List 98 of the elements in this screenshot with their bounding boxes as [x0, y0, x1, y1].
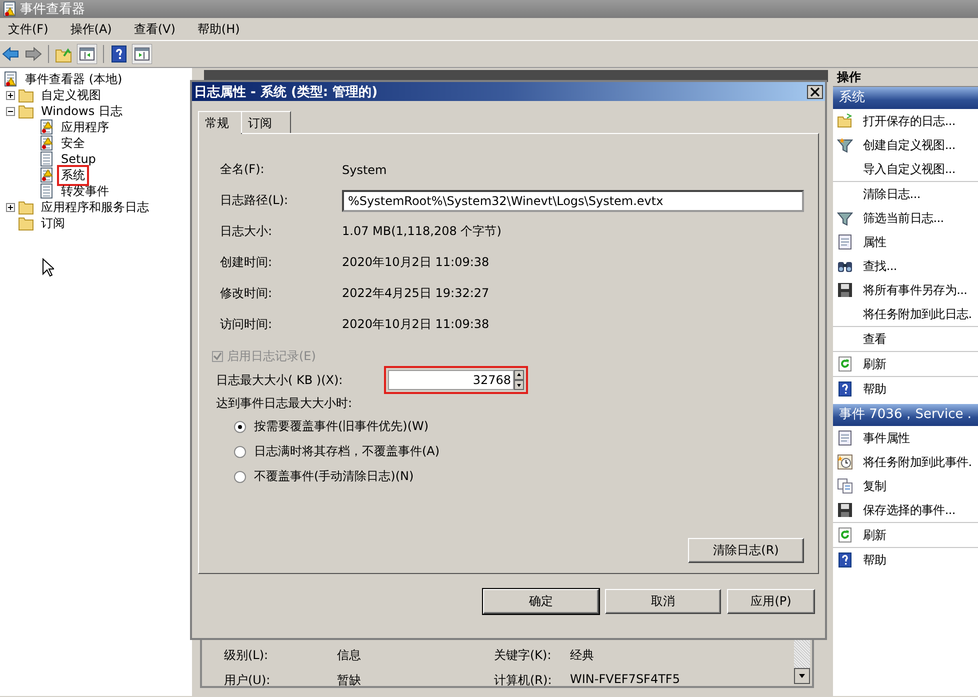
- action-item[interactable]: 事件属性: [863, 430, 910, 446]
- action-item[interactable]: 刷新: [863, 356, 886, 372]
- refresh-icon: [837, 527, 853, 543]
- help-icon: [837, 552, 853, 568]
- log-icon: [40, 135, 54, 151]
- close-icon[interactable]: [807, 84, 823, 98]
- field-label: 全名(F):: [220, 161, 266, 178]
- log-icon: [40, 119, 54, 135]
- spin-box[interactable]: 32768: [384, 366, 528, 394]
- action-item[interactable]: 复制: [863, 478, 886, 494]
- dialog-button[interactable]: 取消: [605, 589, 721, 614]
- check-icon: [213, 352, 222, 360]
- action-item[interactable]: 导入自定义视图...: [863, 160, 956, 178]
- action-item[interactable]: 查看: [863, 330, 886, 348]
- folder-icon: [18, 215, 34, 231]
- folder-icon: [18, 103, 34, 119]
- field-value: 暂缺: [337, 672, 362, 689]
- menu-item[interactable]: 文件(F): [4, 18, 52, 40]
- log-icon: [40, 183, 54, 199]
- tab[interactable]: 订阅: [241, 111, 291, 133]
- field-label: 级别(L):: [224, 647, 270, 664]
- help-icon: [837, 381, 853, 397]
- folder-icon: [18, 199, 34, 215]
- field-value: 2020年10月2日 11:09:38: [342, 316, 490, 333]
- action-item[interactable]: 打开保存的日志...: [863, 112, 956, 130]
- menu-item[interactable]: 帮助(H): [193, 18, 244, 40]
- action-item[interactable]: 将任务附加到此日志.: [863, 306, 972, 322]
- expand-icon[interactable]: [6, 90, 15, 100]
- radio-button[interactable]: [234, 470, 246, 482]
- path-field[interactable]: %SystemRoot%\System32\Winevt\Logs\System.evtx: [342, 190, 804, 212]
- radio-label: 不覆盖事件(手动清除日志)(N): [254, 468, 414, 485]
- radio-label: 按需要覆盖事件(旧事件优先)(W): [254, 418, 429, 435]
- action-item[interactable]: 查找...: [863, 258, 897, 274]
- properties-icon: [837, 234, 853, 250]
- scroll-down-button[interactable]: [794, 668, 810, 684]
- action-item[interactable]: 帮助: [863, 552, 886, 568]
- tab[interactable]: 常规: [198, 111, 242, 134]
- folder-icon: [837, 113, 853, 129]
- mouse-cursor-icon: [42, 258, 54, 277]
- field-label: 计算机(R):: [494, 672, 553, 689]
- field-value: 经典: [570, 647, 595, 664]
- field-label: 用户(U):: [224, 672, 272, 689]
- pane-toggle-icon[interactable]: [77, 44, 97, 64]
- section-label: 达到事件日志最大大小时:: [216, 395, 354, 412]
- action-item[interactable]: 将任务附加到此事件.: [863, 454, 972, 470]
- field-value: WIN-FVEF7SF4TF5: [570, 672, 681, 688]
- action-item[interactable]: 保存选择的事件...: [863, 502, 956, 518]
- refresh-icon: [837, 356, 853, 372]
- help-icon[interactable]: [110, 45, 128, 63]
- log-icon: [40, 167, 54, 183]
- properties-icon: [837, 430, 853, 446]
- field-label: 日志大小:: [220, 223, 274, 240]
- field-value: System: [342, 162, 388, 176]
- log-icon: [40, 151, 54, 167]
- pane-toggle-icon[interactable]: [132, 44, 152, 64]
- copy-icon: [837, 478, 853, 494]
- dialog-button[interactable]: 应用(P): [727, 589, 815, 614]
- field-label: 日志路径(L):: [220, 192, 290, 209]
- field-label: 关键字(K):: [494, 647, 552, 664]
- checkbox-label: 启用日志记录(E): [227, 348, 316, 364]
- collapse-icon[interactable]: [6, 106, 15, 116]
- back-arrow-icon[interactable]: [2, 46, 20, 62]
- field-value: 2022年4月25日 19:32:27: [342, 285, 490, 302]
- forward-arrow-icon[interactable]: [24, 46, 42, 62]
- radio-label: 日志满时将其存档，不覆盖事件(A): [254, 443, 440, 460]
- funnel-icon: [837, 210, 853, 226]
- radio-button[interactable]: [234, 446, 246, 458]
- dialog-button[interactable]: 确定: [483, 589, 599, 614]
- field-label: 修改时间:: [220, 285, 274, 302]
- folder-icon: [18, 87, 34, 103]
- field-value: 1.07 MB(1,118,208 个字节): [342, 223, 502, 240]
- action-item[interactable]: 将所有事件另存为...: [863, 282, 968, 298]
- dialog-title: 日志属性 - 系统 (类型: 管理的): [194, 84, 378, 100]
- field-label: 创建时间:: [220, 254, 274, 271]
- menu-item[interactable]: 操作(A): [66, 18, 116, 40]
- action-item[interactable]: 属性: [863, 234, 886, 250]
- field-value: 2020年10月2日 11:09:38: [342, 254, 490, 271]
- action-item[interactable]: 筛选当前日志...: [863, 210, 944, 226]
- action-item[interactable]: 刷新: [863, 526, 886, 544]
- expand-icon[interactable]: [6, 202, 15, 212]
- clock-icon: [837, 454, 853, 470]
- tree-item[interactable]: 系统: [57, 164, 89, 186]
- action-item[interactable]: 创建自定义视图...: [863, 136, 956, 154]
- field-value: 信息: [337, 647, 362, 664]
- radio-button[interactable]: [234, 420, 246, 432]
- menu-item[interactable]: 查看(V): [130, 18, 180, 40]
- section-header[interactable]: 事件 7036，Service .: [833, 404, 978, 426]
- action-item[interactable]: 帮助: [863, 380, 886, 398]
- log-icon: [4, 71, 18, 87]
- window-title: 事件查看器: [20, 1, 85, 18]
- funnel-icon: [837, 137, 853, 153]
- field-label: 日志最大大小( KB )(X):: [216, 372, 344, 388]
- clear-log-button[interactable]: 清除日志(R): [688, 538, 804, 563]
- app-icon: [3, 1, 17, 17]
- action-item[interactable]: 清除日志...: [863, 186, 920, 202]
- field-label: 访问时间:: [220, 316, 274, 333]
- pane-title: 操作: [833, 68, 978, 87]
- section-header[interactable]: 系统: [833, 87, 978, 109]
